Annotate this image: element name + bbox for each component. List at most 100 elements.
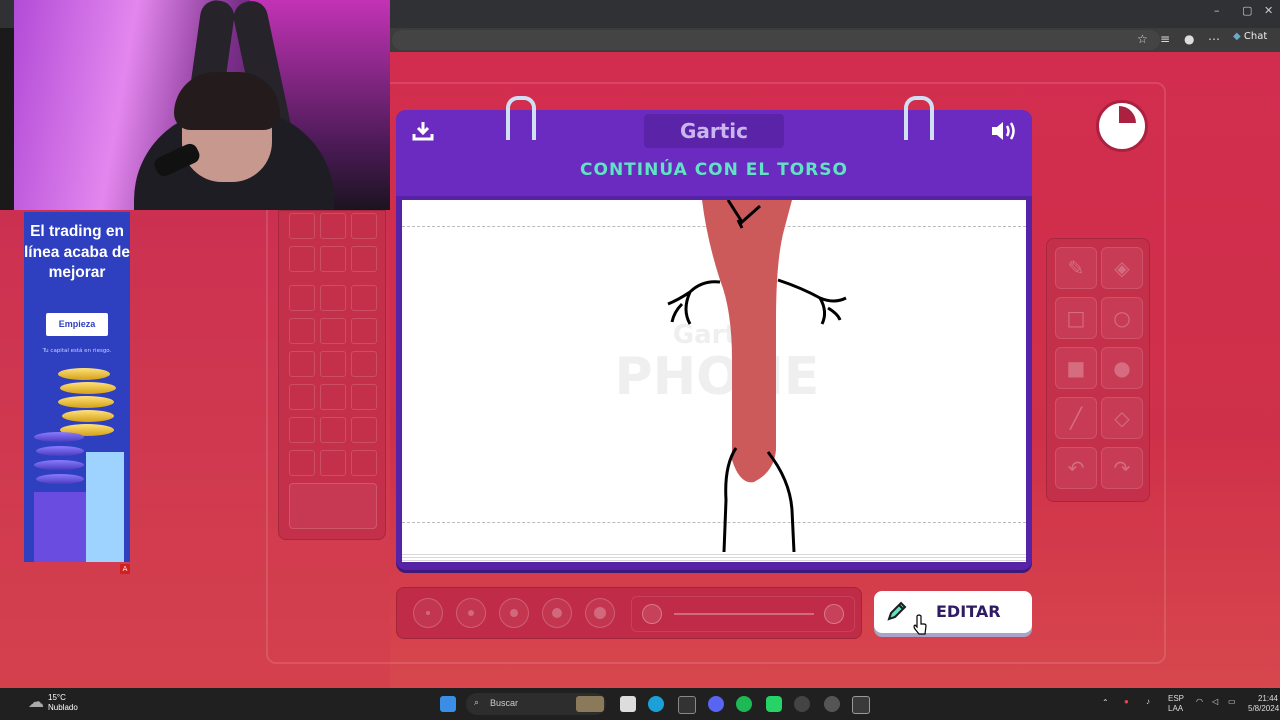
color-swatch[interactable] — [320, 213, 346, 239]
brush-size-1-button[interactable] — [413, 598, 443, 628]
battery-icon[interactable]: ▭ — [1228, 697, 1236, 707]
pencil-icon[interactable]: ✎ — [1055, 247, 1097, 289]
brush-size-4-button[interactable] — [542, 598, 572, 628]
color-swatch[interactable] — [351, 450, 377, 476]
cloud-icon: ☁ — [28, 692, 44, 711]
clock[interactable]: 21:44 5/8/2024 — [1248, 694, 1280, 714]
gartic-logo: Gartic — [644, 114, 784, 148]
close-window-button[interactable]: ✕ — [1264, 4, 1273, 17]
redo-icon[interactable]: ↷ — [1101, 447, 1143, 489]
drawing-canvas[interactable]: Gartic PHONE — [402, 200, 1026, 552]
taskbar-search[interactable]: ⌕ Buscar — [466, 693, 606, 715]
undo-icon[interactable]: ↶ — [1055, 447, 1097, 489]
ad-disclaimer: Tu capital está en riesgo. — [42, 348, 112, 354]
eraser-icon[interactable]: ◈ — [1101, 247, 1143, 289]
brush-size-2-button[interactable] — [456, 598, 486, 628]
coin-graphic — [62, 410, 114, 422]
color-swatch[interactable] — [289, 351, 315, 377]
microphone-icon[interactable]: ♪ — [1146, 697, 1150, 707]
bookmark-star-icon[interactable]: ☆ — [1137, 32, 1148, 46]
color-swatch[interactable] — [351, 285, 377, 311]
app-icon[interactable] — [794, 696, 810, 712]
tray-app-icon[interactable]: ● — [1124, 697, 1129, 707]
color-swatch[interactable] — [289, 384, 315, 410]
color-swatch[interactable] — [289, 318, 315, 344]
speaker-icon[interactable] — [990, 120, 1018, 148]
coin-graphic — [34, 460, 84, 470]
color-swatch[interactable] — [351, 213, 377, 239]
language-indicator[interactable]: ESP LAA — [1168, 694, 1184, 714]
color-swatch[interactable] — [289, 213, 315, 239]
color-swatch[interactable] — [320, 384, 346, 410]
ad-headline: El trading en línea acaba de mejorar — [24, 223, 130, 281]
ad-banner[interactable]: El trading en línea acaba de mejorar Emp… — [24, 212, 130, 562]
color-swatch[interactable] — [351, 318, 377, 344]
instruction-title: CONTINÚA CON EL TORSO — [580, 160, 848, 180]
discord-icon[interactable] — [708, 696, 724, 712]
coin-graphic — [36, 446, 84, 456]
download-icon[interactable] — [412, 120, 434, 148]
edge-icon[interactable] — [648, 696, 664, 712]
color-swatch[interactable] — [351, 384, 377, 410]
square-outline-icon[interactable]: □ — [1055, 297, 1097, 339]
color-swatch[interactable] — [320, 351, 346, 377]
chat-button[interactable]: ◆ Chat — [1233, 31, 1267, 42]
ad-choices-badge[interactable]: A — [120, 564, 130, 574]
weather-temp: 15°C — [48, 693, 66, 702]
circle-outline-icon[interactable]: ○ — [1101, 297, 1143, 339]
color-swatch[interactable] — [289, 246, 315, 272]
color-swatch[interactable] — [320, 285, 346, 311]
fill-bucket-icon[interactable]: ◇ — [1101, 397, 1143, 439]
opacity-min-knob[interactable] — [642, 604, 662, 624]
mouse-cursor-icon — [912, 614, 928, 640]
binder-ring — [506, 96, 536, 140]
spotify-icon[interactable] — [736, 696, 752, 712]
line-icon[interactable]: ╱ — [1055, 397, 1097, 439]
square-filled-icon[interactable]: ■ — [1055, 347, 1097, 389]
epic-games-icon[interactable] — [678, 696, 696, 714]
brush-size-dot — [510, 609, 518, 617]
copilot-icon: ◆ — [1233, 31, 1241, 42]
color-swatch[interactable] — [289, 450, 315, 476]
whatsapp-icon[interactable] — [766, 696, 782, 712]
timer-icon — [1096, 100, 1148, 152]
weather-widget[interactable]: 15°C Nublado — [48, 693, 78, 713]
color-swatch[interactable] — [351, 351, 377, 377]
color-swatch[interactable] — [320, 450, 346, 476]
paper-edge — [402, 552, 1026, 562]
brush-size-5-button[interactable] — [585, 598, 615, 628]
ad-cta-button[interactable]: Empieza — [46, 313, 108, 336]
epic-games-icon[interactable] — [852, 696, 870, 714]
webcam-hair — [174, 72, 280, 130]
color-swatch[interactable] — [351, 246, 377, 272]
wifi-icon[interactable]: ◠ — [1196, 697, 1203, 707]
color-swatch[interactable] — [351, 417, 377, 443]
maximize-button[interactable]: ▢ — [1242, 4, 1252, 17]
opacity-track[interactable] — [674, 613, 814, 615]
color-swatch[interactable] — [320, 318, 346, 344]
minimize-button[interactable]: – — [1214, 4, 1220, 17]
color-swatch[interactable] — [289, 285, 315, 311]
color-swatch[interactable] — [320, 246, 346, 272]
custom-color-swatch[interactable] — [289, 483, 377, 529]
steam-icon[interactable] — [824, 696, 840, 712]
clock-date: 5/8/2024 — [1248, 704, 1280, 713]
opacity-slider[interactable] — [631, 596, 855, 632]
torso-stroke — [702, 200, 792, 483]
task-view-icon[interactable] — [620, 696, 636, 712]
tray-chevron-icon[interactable]: ⌃ — [1102, 698, 1109, 708]
address-bar[interactable] — [392, 30, 1160, 50]
color-swatch[interactable] — [320, 417, 346, 443]
edit-button[interactable]: EDITAR — [874, 591, 1032, 633]
coin-graphic — [60, 382, 116, 394]
favorites-icon[interactable]: ≡ — [1160, 32, 1170, 46]
color-swatch[interactable] — [289, 417, 315, 443]
more-menu-icon[interactable]: ⋯ — [1208, 32, 1220, 46]
profile-icon[interactable]: ● — [1184, 32, 1194, 46]
windows-start-icon[interactable] — [440, 696, 456, 712]
volume-icon[interactable]: ◁ — [1212, 697, 1218, 707]
opacity-max-knob[interactable] — [824, 604, 844, 624]
brush-size-3-button[interactable] — [499, 598, 529, 628]
circle-filled-icon[interactable]: ● — [1101, 347, 1143, 389]
coin-graphic — [34, 432, 84, 442]
